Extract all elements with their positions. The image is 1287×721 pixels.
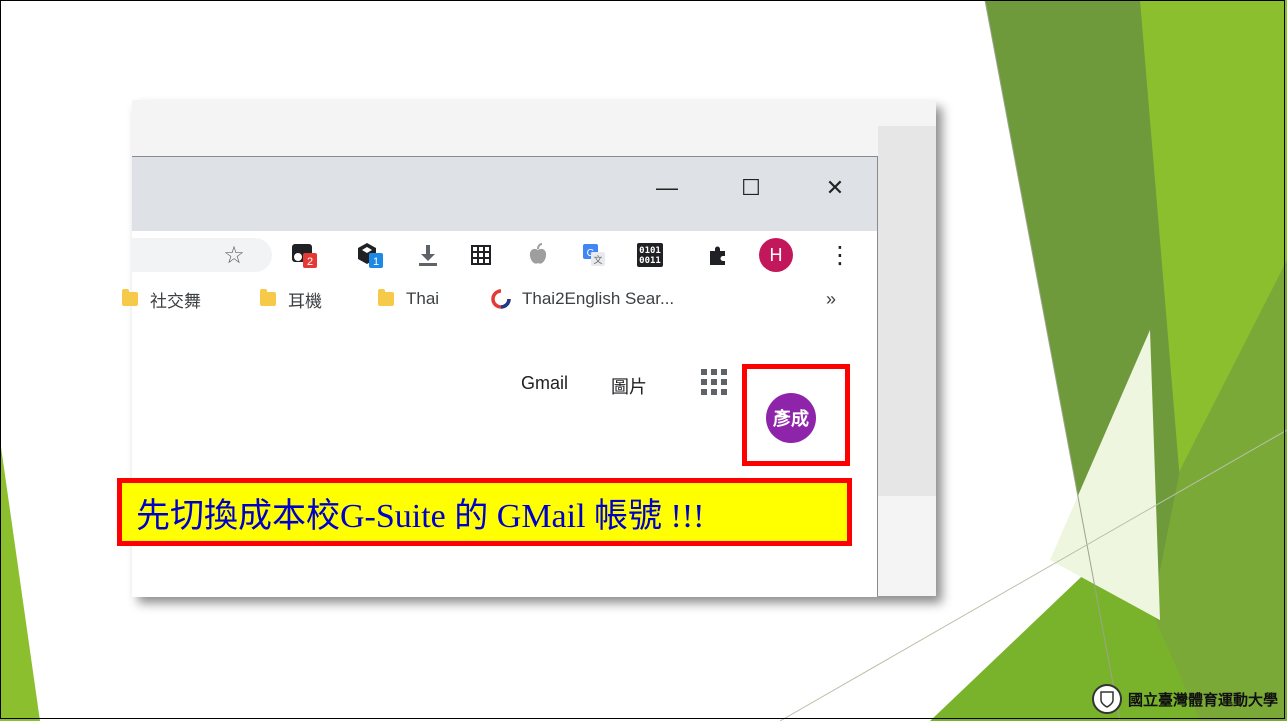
close-window-button[interactable]: ✕ xyxy=(812,171,858,205)
university-logo: 國立臺灣體育運動大學 xyxy=(1092,682,1282,716)
address-bar[interactable] xyxy=(132,238,272,272)
extension-1-button[interactable]: 2 xyxy=(290,241,318,269)
google-translate-icon: G 文 xyxy=(583,244,605,266)
bookmark-star-button[interactable]: ☆ xyxy=(220,241,248,269)
google-account-avatar[interactable]: 彥成 xyxy=(766,393,816,443)
binary-bottom-text: 0011 xyxy=(639,256,661,266)
puzzle-icon xyxy=(710,246,725,265)
more-vertical-icon: ⋮ xyxy=(828,241,852,269)
extension-2-button[interactable]: 1 xyxy=(356,241,384,269)
maximize-icon: ☐ xyxy=(741,175,761,200)
grid-extension-button[interactable] xyxy=(467,241,495,269)
double-chevron-right-icon: » xyxy=(826,288,837,309)
profile-initial: H xyxy=(769,244,783,265)
bookmark-folder-thai[interactable]: Thai xyxy=(378,287,439,311)
images-link[interactable]: 圖片 xyxy=(611,373,647,399)
bookmark-folder-social-dance[interactable]: 社交舞 xyxy=(122,287,201,311)
browser-toolbar: ☆ 2 1 G 文 0101 0011 H ⋮ xyxy=(132,231,877,279)
binary-top-text: 0101 xyxy=(639,246,661,256)
profile-button[interactable]: H xyxy=(759,238,793,272)
apple-icon xyxy=(529,243,547,264)
bookmarks-bar: 社交舞 耳機 Thai Thai2English Sear... » xyxy=(122,279,877,320)
translate-extension-button[interactable]: G 文 xyxy=(580,241,608,269)
bookmark-label: 社交舞 xyxy=(150,291,201,311)
instruction-callout: 先切換成本校G-Suite 的 GMail 帳號 !!! xyxy=(117,478,852,546)
title-bar: — ☐ ✕ xyxy=(132,157,877,231)
apple-extension-button[interactable] xyxy=(524,241,552,269)
minimize-button[interactable]: — xyxy=(644,171,690,205)
bookmark-label: Thai xyxy=(406,289,440,308)
thai2english-icon xyxy=(491,289,511,309)
gmail-link[interactable]: Gmail xyxy=(521,373,568,394)
folder-icon xyxy=(378,289,394,306)
avatar-text: 彥成 xyxy=(773,409,809,429)
svg-text:文: 文 xyxy=(593,254,602,266)
download-icon xyxy=(419,245,437,266)
google-apps-button[interactable] xyxy=(699,367,729,397)
chrome-menu-button[interactable]: ⋮ xyxy=(826,241,854,269)
download-button[interactable] xyxy=(414,241,442,269)
minimize-icon: — xyxy=(656,175,678,200)
close-icon: ✕ xyxy=(825,175,845,200)
bookmark-label: Thai2English Sear... xyxy=(522,289,675,308)
extension-2-icon: 1 xyxy=(358,243,383,268)
extensions-menu-button[interactable] xyxy=(704,241,732,269)
table-grid-icon xyxy=(471,245,491,265)
bookmark-folder-earphones[interactable]: 耳機 xyxy=(260,287,322,311)
binary-code-icon: 0101 0011 xyxy=(637,243,663,267)
extension-1-icon: 2 xyxy=(292,244,317,268)
callout-text: 先切換成本校G-Suite 的 GMail 帳號 !!! xyxy=(136,497,705,535)
bookmark-label: 耳機 xyxy=(288,291,322,311)
star-icon: ☆ xyxy=(223,241,245,269)
bookmarks-overflow-button[interactable]: » xyxy=(826,287,836,311)
bookmark-thai2english[interactable]: Thai2English Sear... xyxy=(490,287,674,311)
folder-icon xyxy=(260,289,276,306)
university-name: 國立臺灣體育運動大學 xyxy=(1128,690,1279,709)
folder-icon xyxy=(122,289,138,306)
extension-2-badge: 1 xyxy=(373,256,379,268)
extension-1-badge: 2 xyxy=(307,256,313,268)
maximize-button[interactable]: ☐ xyxy=(728,171,774,205)
binary-extension-button[interactable]: 0101 0011 xyxy=(636,241,664,269)
university-seal-icon xyxy=(1092,684,1122,714)
screenshot-side-strip xyxy=(878,126,936,496)
